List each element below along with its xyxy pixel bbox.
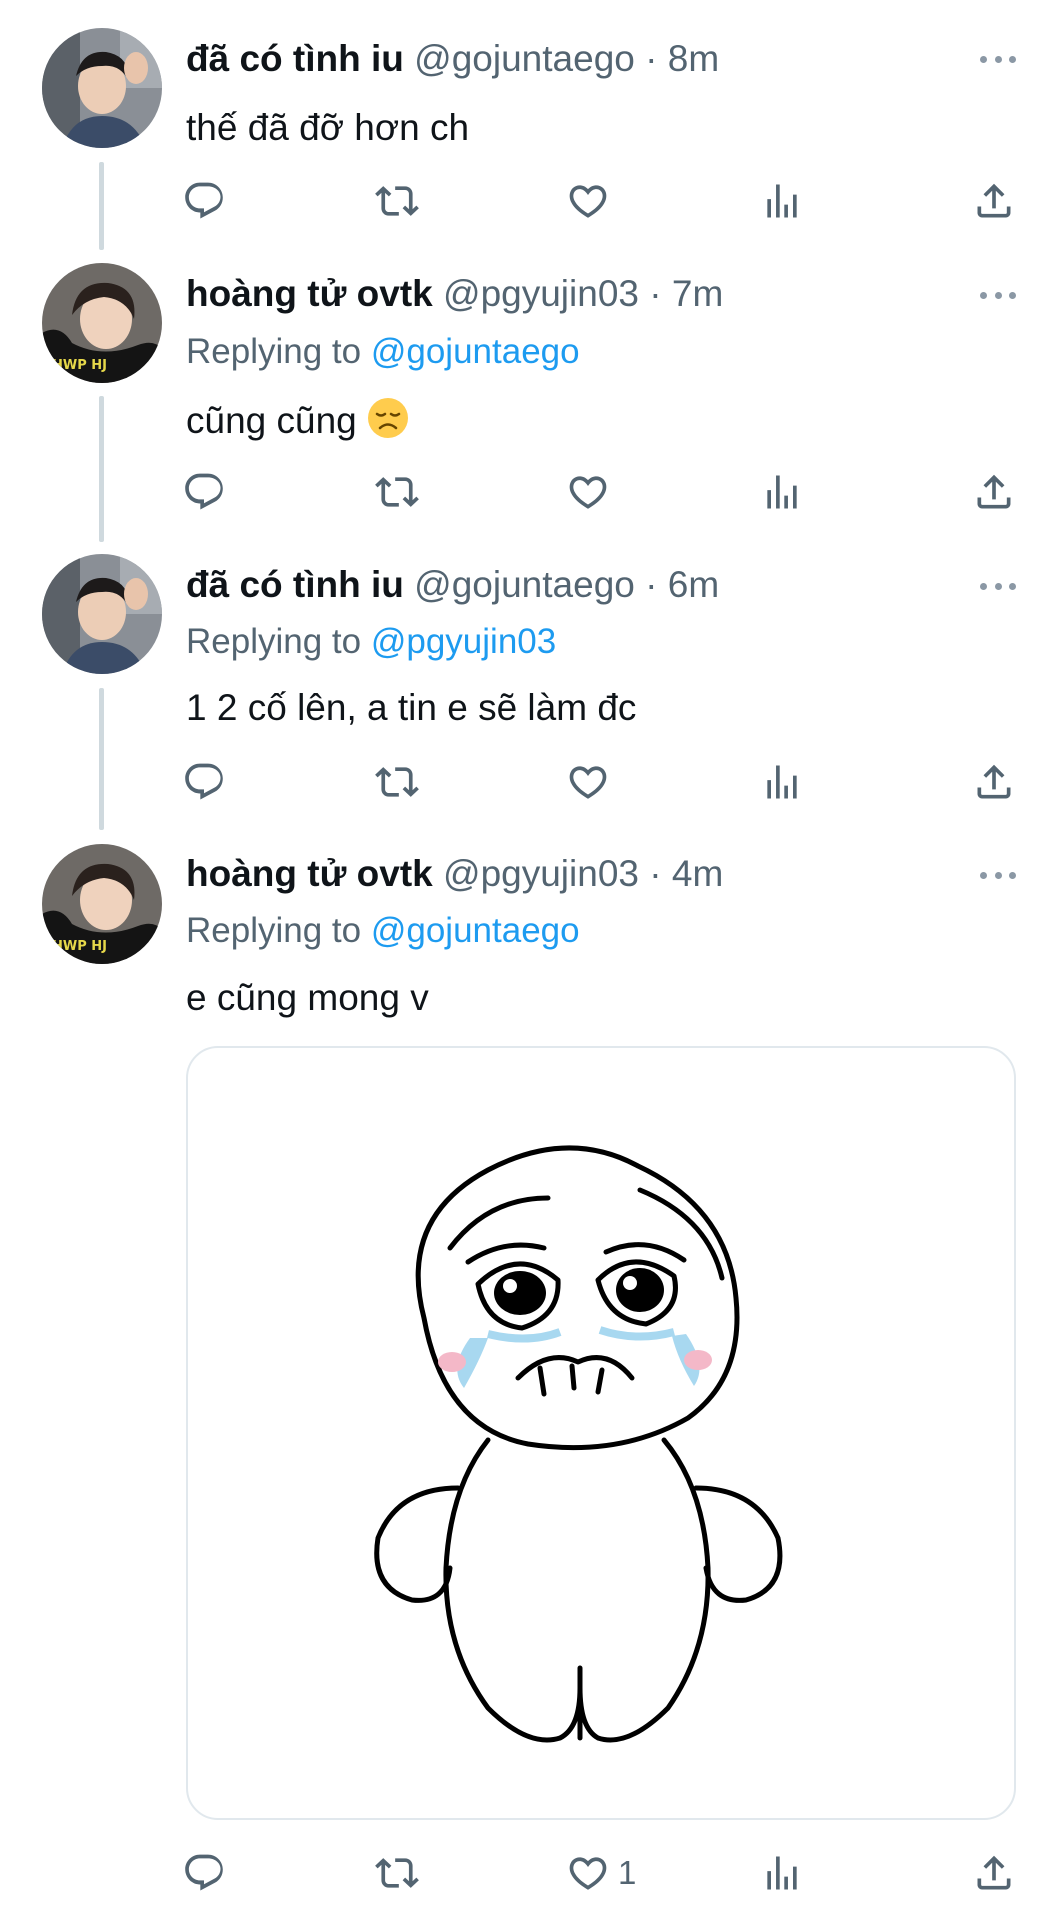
heart-icon: [566, 179, 610, 223]
display-name[interactable]: hoàng tử ovtk: [186, 853, 433, 894]
tweet-actions: [182, 757, 1022, 807]
like-button[interactable]: [566, 467, 618, 517]
tweet-text: e cũng mong v: [186, 977, 429, 1018]
heart-icon: [566, 760, 610, 804]
handle[interactable]: @pgyujin03: [443, 853, 639, 894]
thread-line: [99, 396, 104, 542]
share-icon: [972, 179, 1016, 223]
views-button[interactable]: [760, 176, 804, 226]
replying-to: Replying to @gojuntaego: [186, 332, 580, 372]
analytics-icon: [760, 760, 804, 804]
analytics-icon: [760, 179, 804, 223]
replying-to: Replying to @pgyujin03: [186, 622, 556, 662]
reply-button[interactable]: [182, 757, 226, 807]
display-name[interactable]: hoàng tử ovtk: [186, 273, 433, 314]
more-icon[interactable]: [980, 870, 1016, 880]
replying-to: Replying to @gojuntaego: [186, 911, 580, 951]
analytics-icon: [760, 470, 804, 514]
tweet-text: cũng cũng: [186, 397, 409, 443]
views-button[interactable]: [760, 757, 804, 807]
crying-cartoon-image: [374, 1145, 783, 1743]
thread-line: [99, 688, 104, 830]
retweet-icon: [375, 179, 419, 223]
disappointed-face-emoji-icon: [368, 398, 409, 438]
like-button[interactable]: [566, 176, 618, 226]
reply-icon: [182, 760, 226, 804]
tweet-media-image[interactable]: [186, 1046, 1016, 1820]
reply-button[interactable]: [182, 467, 226, 517]
timestamp[interactable]: · 6m: [645, 564, 719, 605]
tweet-text: 1 2 cố lên, a tin e sẽ làm đc: [186, 687, 637, 728]
reply-button[interactable]: [182, 176, 226, 226]
handle[interactable]: @gojuntaego: [414, 564, 635, 605]
retweet-icon: [375, 470, 419, 514]
retweet-button[interactable]: [375, 1848, 419, 1898]
avatar[interactable]: [42, 554, 162, 674]
svg-text:HWP HJ: HWP HJ: [52, 939, 107, 954]
retweet-button[interactable]: [375, 467, 419, 517]
like-button[interactable]: 1: [566, 1848, 636, 1898]
reply-icon: [182, 179, 226, 223]
retweet-button[interactable]: [375, 757, 419, 807]
share-icon: [972, 1851, 1016, 1895]
share-button[interactable]: [972, 1848, 1016, 1898]
share-icon: [972, 760, 1016, 804]
replying-prefix: Replying to: [186, 332, 362, 371]
heart-icon: [566, 470, 610, 514]
share-icon: [972, 470, 1016, 514]
tweet-header: đã có tình iu @gojuntaego · 6m: [186, 565, 992, 605]
views-button[interactable]: [760, 1848, 804, 1898]
timestamp[interactable]: · 8m: [645, 38, 719, 79]
display-name[interactable]: đã có tình iu: [186, 564, 404, 605]
display-name[interactable]: đã có tình iu: [186, 38, 404, 79]
handle[interactable]: @pgyujin03: [443, 273, 639, 314]
tweet-header: hoàng tử ovtk @pgyujin03 · 7m: [186, 274, 992, 314]
heart-icon: [566, 1851, 610, 1895]
avatar[interactable]: HWP HJ: [42, 844, 162, 964]
tweet-actions: [182, 467, 1022, 517]
replying-prefix: Replying to: [186, 622, 362, 661]
tweet-text: thế đã đỡ hơn ch: [186, 107, 470, 148]
share-button[interactable]: [972, 467, 1016, 517]
svg-text:HWP HJ: HWP HJ: [52, 358, 107, 373]
mention-link[interactable]: @pgyujin03: [371, 622, 556, 661]
share-button[interactable]: [972, 176, 1016, 226]
analytics-icon: [760, 1851, 804, 1895]
thread-line: [99, 162, 104, 250]
share-button[interactable]: [972, 757, 1016, 807]
more-icon[interactable]: [980, 581, 1016, 591]
reply-icon: [182, 1851, 226, 1895]
tweet-actions: [182, 176, 1022, 226]
timestamp[interactable]: · 7m: [649, 273, 723, 314]
avatar[interactable]: HWP HJ: [42, 263, 162, 383]
reply-button[interactable]: [182, 1848, 226, 1898]
more-icon[interactable]: [980, 290, 1016, 300]
retweet-icon: [375, 760, 419, 804]
views-button[interactable]: [760, 467, 804, 517]
tweet-header: đã có tình iu @gojuntaego · 8m: [186, 39, 992, 79]
like-count: 1: [618, 1854, 637, 1891]
handle[interactable]: @gojuntaego: [414, 38, 635, 79]
timestamp[interactable]: · 4m: [649, 853, 723, 894]
tweet-header: hoàng tử ovtk @pgyujin03 · 4m: [186, 854, 992, 894]
retweet-button[interactable]: [375, 176, 419, 226]
more-icon[interactable]: [980, 54, 1016, 64]
mention-link[interactable]: @gojuntaego: [371, 332, 580, 371]
tweet-text-content: cũng cũng: [186, 400, 357, 441]
retweet-icon: [375, 1851, 419, 1895]
avatar[interactable]: [42, 28, 162, 148]
like-button[interactable]: [566, 757, 618, 807]
tweet-actions: 1: [182, 1848, 1022, 1898]
mention-link[interactable]: @gojuntaego: [371, 911, 580, 950]
replying-prefix: Replying to: [186, 911, 362, 950]
reply-icon: [182, 470, 226, 514]
